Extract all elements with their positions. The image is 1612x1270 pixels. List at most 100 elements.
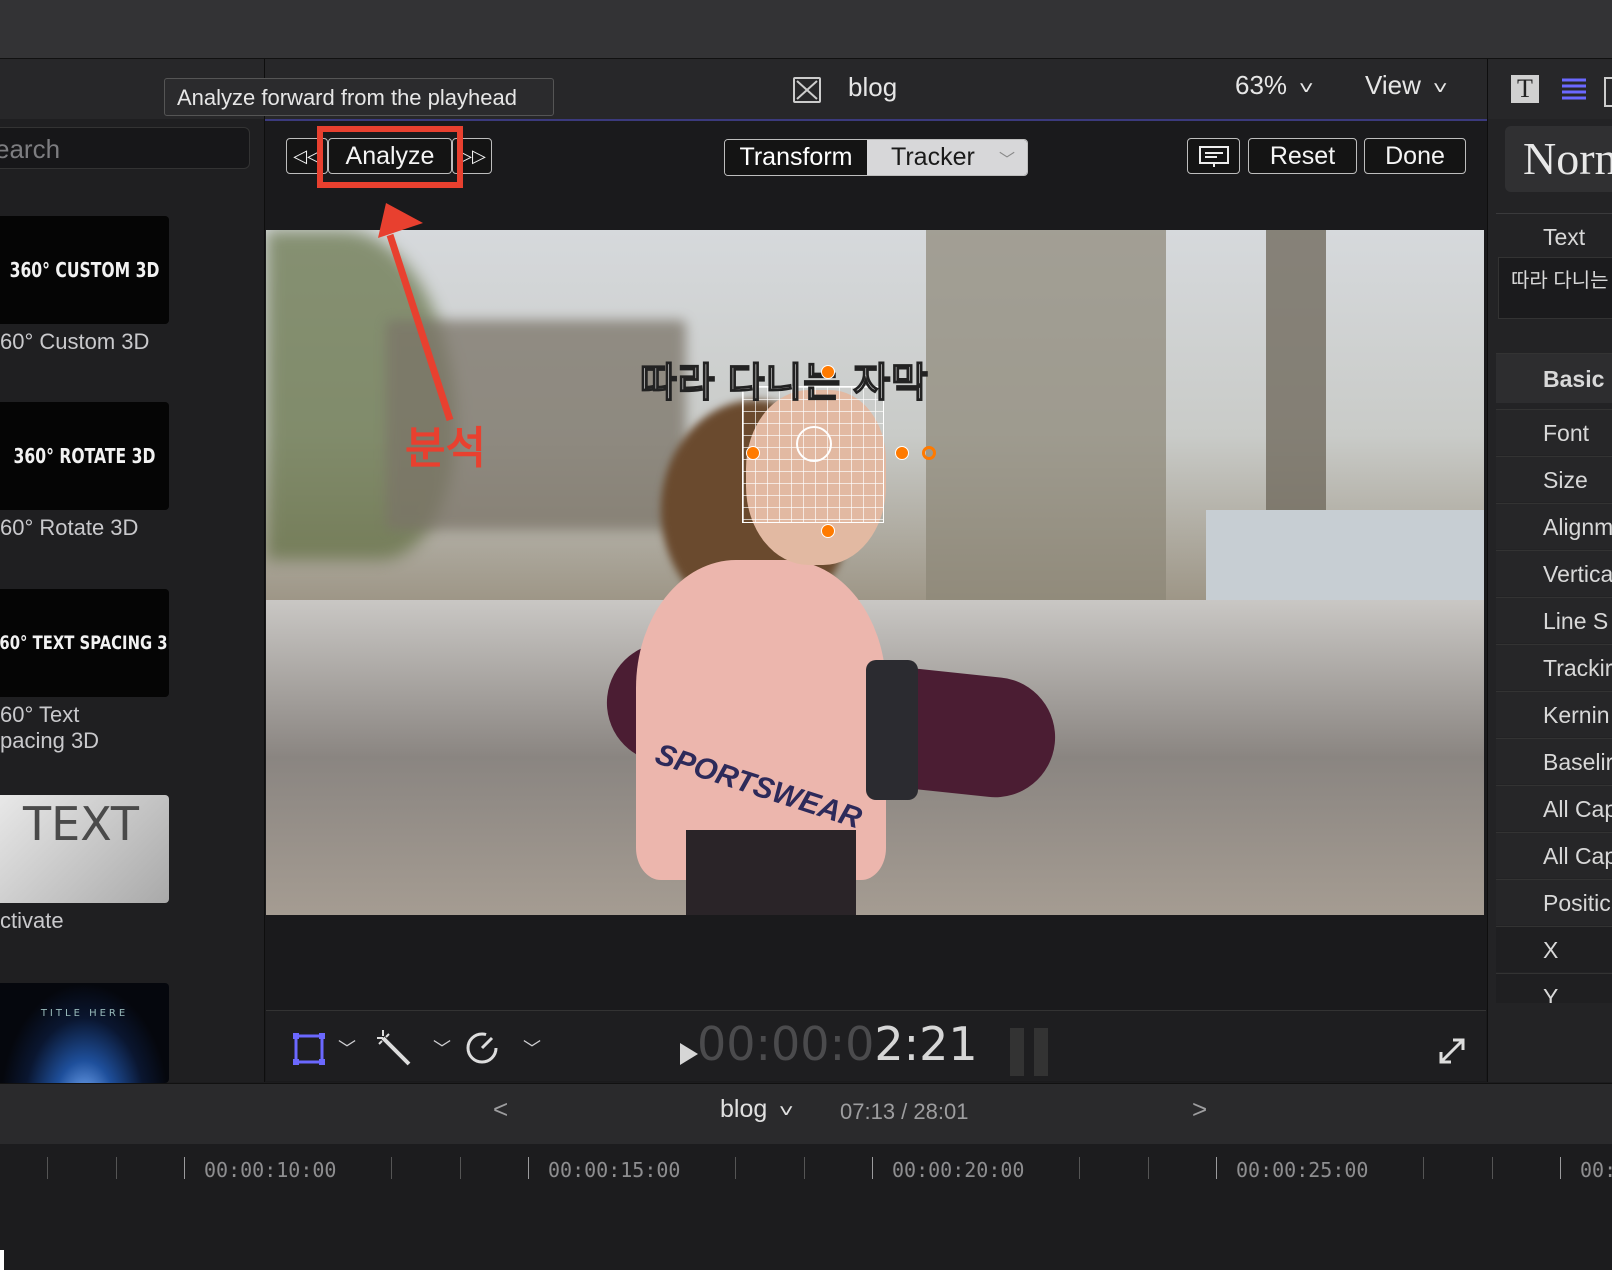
chevron-down-icon: ˅	[1298, 78, 1314, 98]
close-project-icon[interactable]	[793, 77, 821, 103]
ruler-label: 00:00:20:00	[892, 1158, 1025, 1182]
template-caption: 60° Custom 3D	[0, 329, 150, 354]
panel-icon[interactable]	[1604, 77, 1612, 107]
search-placeholder: earch	[0, 134, 61, 164]
timeline-ruler[interactable]: 00:00:10:00 00:00:15:00 00:00:20:00 00:0…	[0, 1144, 1612, 1270]
annotation-arrow	[378, 203, 454, 422]
tab-transform[interactable]: Transform	[725, 140, 867, 175]
template-thumb-activate[interactable]: TEXT	[0, 795, 169, 903]
row-all-caps[interactable]: All Cap	[1496, 785, 1612, 831]
thumb-label: TEXT	[23, 797, 139, 851]
zoom-menu[interactable]: 63% ˅	[1235, 70, 1314, 101]
reset-button[interactable]: Reset	[1248, 138, 1357, 174]
chevron-down-icon[interactable]: ﹀	[338, 1035, 356, 1061]
ruler-tick	[1079, 1157, 1080, 1179]
timeline-project-menu[interactable]: blog ˅	[720, 1095, 794, 1124]
chevron-down-icon: ﹀	[998, 152, 1015, 169]
view-menu[interactable]: View ˅	[1365, 70, 1448, 101]
ruler-tick-major	[872, 1157, 873, 1179]
audio-meter-right	[1034, 1028, 1048, 1076]
audio-meter-left	[1010, 1028, 1024, 1076]
ruler-tick	[116, 1157, 117, 1179]
row-x[interactable]: X	[1496, 926, 1612, 972]
chevron-down-icon[interactable]: ﹀	[523, 1035, 541, 1061]
timeline-time-readout: 07:13 / 28:01	[840, 1099, 969, 1124]
timecode-bright: 2:21	[874, 1017, 978, 1071]
scene-leggings	[686, 830, 856, 915]
ruler-tick	[1492, 1157, 1493, 1179]
tracker-shape-button[interactable]	[1187, 138, 1240, 174]
row-kerning[interactable]: Kernin	[1496, 691, 1612, 737]
timeline-header	[0, 1083, 1612, 1145]
row-all-caps-size[interactable]: All Cap	[1496, 832, 1612, 878]
template-thumb-earth[interactable]: TITLE HERE	[0, 983, 169, 1083]
rotation-handle[interactable]	[922, 446, 936, 460]
subtitle-title[interactable]: 따라 다니는 자막	[639, 350, 929, 408]
template-caption: ctivate	[0, 908, 64, 933]
row-vertical[interactable]: Vertica	[1496, 550, 1612, 596]
playhead-marker[interactable]	[0, 1250, 4, 1270]
row-tracking[interactable]: Trackir	[1496, 644, 1612, 690]
tracker-target[interactable]	[796, 426, 832, 462]
row-baseline[interactable]: Baselir	[1496, 738, 1612, 784]
crop-transform-icon[interactable]	[292, 1032, 326, 1066]
tab-tracker-label: Tracker	[891, 143, 975, 171]
ruler-tick-major	[528, 1157, 529, 1179]
template-thumb-rotate-3d[interactable]: 360° ROTATE 3D	[0, 402, 169, 510]
chevron-down-icon: ˅	[779, 1101, 794, 1121]
ruler-label: 00:00:15:00	[548, 1158, 681, 1182]
mode-segmented-control: Transform Tracker ﹀	[724, 139, 1028, 176]
view-label: View	[1365, 70, 1421, 100]
tracker-handle[interactable]	[821, 524, 835, 538]
chevron-right-icon[interactable]: >	[1192, 1094, 1207, 1125]
row-size[interactable]: Size	[1496, 456, 1612, 502]
search-input[interactable]: earch	[0, 127, 250, 169]
thumb-label: 360° TEXT SPACING 3D	[0, 632, 169, 654]
text-preset[interactable]: Norn	[1505, 126, 1612, 192]
inspector: T Norn Text 따라 다니는 Basic Font Size Align…	[1487, 59, 1612, 1082]
ruler-tick-major	[1216, 1157, 1217, 1179]
tracker-handle[interactable]	[821, 365, 835, 379]
inspector-text-heading: Text	[1496, 213, 1612, 259]
thumb-label: 360° CUSTOM 3D	[9, 258, 160, 282]
tracker-handle[interactable]	[746, 446, 760, 460]
row-position[interactable]: Positic	[1496, 879, 1612, 925]
template-caption: 60° Rotate 3D	[0, 515, 139, 540]
tracker-handle[interactable]	[895, 446, 909, 460]
chevron-down-icon[interactable]: ﹀	[433, 1035, 451, 1061]
ruler-tick	[460, 1157, 461, 1179]
tab-tracker[interactable]: Tracker ﹀	[867, 140, 1027, 175]
template-thumb-text-spacing-3d[interactable]: 360° TEXT SPACING 3D	[0, 589, 169, 697]
text-field[interactable]: 따라 다니는	[1498, 257, 1612, 319]
inspector-header	[1488, 59, 1612, 119]
paragraph-icon[interactable]	[1560, 77, 1588, 103]
timecode-display[interactable]: 00:00:02:21	[697, 1017, 978, 1071]
speed-icon[interactable]	[464, 1030, 500, 1066]
magic-wand-icon[interactable]	[375, 1030, 415, 1066]
section-basic[interactable]: Basic	[1496, 353, 1612, 403]
row-y[interactable]: Y	[1496, 973, 1612, 1003]
ruler-tick	[1423, 1157, 1424, 1179]
ruler-tick-major	[184, 1157, 185, 1179]
row-line-spacing[interactable]: Line S	[1496, 597, 1612, 643]
ruler-tick	[735, 1157, 736, 1179]
fullscreen-icon[interactable]	[1437, 1036, 1467, 1066]
thumb-label: 360° ROTATE 3D	[13, 444, 156, 468]
ruler-tick-major	[1560, 1157, 1561, 1179]
viewer-project-name: blog	[848, 72, 898, 102]
template-thumb-custom-3d[interactable]: 360° CUSTOM 3D	[0, 216, 169, 324]
chevron-left-icon[interactable]: <	[493, 1094, 508, 1125]
window-toolbar	[0, 0, 1612, 59]
done-button[interactable]: Done	[1364, 138, 1466, 174]
row-alignment[interactable]: Alignm	[1496, 503, 1612, 549]
tracker-shape-icon	[1198, 146, 1229, 167]
text-inspector-icon[interactable]: T	[1511, 75, 1539, 103]
play-icon[interactable]	[680, 1043, 698, 1065]
ruler-tick	[804, 1157, 805, 1179]
timecode-dim: 00:00:0	[697, 1017, 875, 1071]
thumb-label: TITLE HERE	[40, 1007, 129, 1019]
scene-bottle	[866, 660, 918, 800]
ruler-label: 00:00:25:00	[1236, 1158, 1369, 1182]
annotation-label: 분석	[405, 424, 486, 473]
row-font[interactable]: Font	[1496, 409, 1612, 455]
